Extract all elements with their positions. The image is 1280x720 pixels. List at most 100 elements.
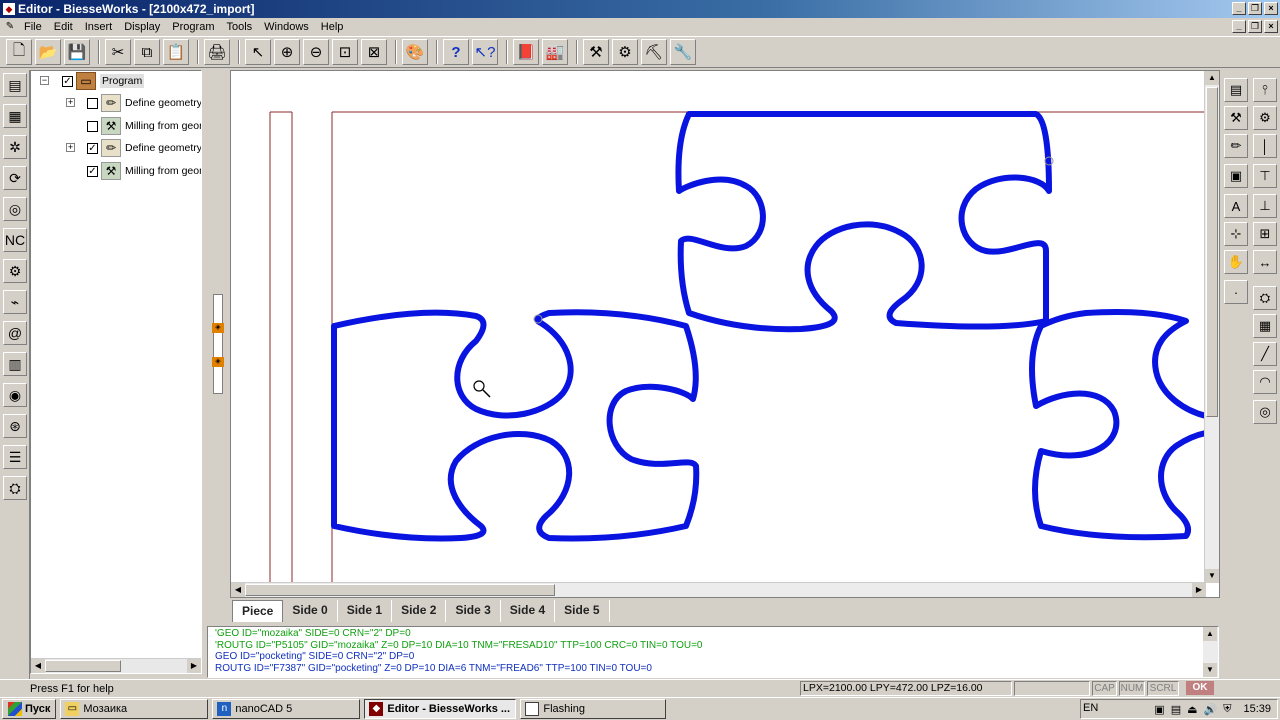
- code-line[interactable]: 'GEO ID="mozaika" SIDE=0 CRN="2" DP=0: [215, 628, 1218, 640]
- tool-1-icon[interactable]: ⚒: [583, 39, 609, 65]
- layers-icon[interactable]: ▦: [3, 104, 27, 128]
- tree-item[interactable]: ✓ ✏ Define geometry: [87, 138, 201, 158]
- scroll-down-arrow[interactable]: ▼: [1205, 569, 1219, 583]
- program-code-listing[interactable]: 'GEO ID="mozaika" SIDE=0 CRN="2" DP=0 'R…: [207, 626, 1219, 678]
- canvas-vertical-scrollbar[interactable]: ▲ ▼: [1204, 71, 1219, 583]
- menu-help[interactable]: Help: [315, 19, 350, 35]
- vertical-drill-icon[interactable]: ⫯: [1253, 78, 1277, 102]
- tab-side-0[interactable]: Side 0: [283, 600, 338, 622]
- rotate-icon[interactable]: ⟳: [3, 166, 27, 190]
- nc-icon[interactable]: NC: [3, 228, 27, 252]
- paste-icon[interactable]: 📋: [163, 39, 189, 65]
- menu-display[interactable]: Display: [118, 19, 166, 35]
- menu-windows[interactable]: Windows: [258, 19, 315, 35]
- open-folder-icon[interactable]: 📂: [35, 39, 61, 65]
- minimize-button[interactable]: _: [1232, 2, 1246, 15]
- measure-icon[interactable]: ↔: [1253, 250, 1277, 274]
- point-icon[interactable]: ·: [1224, 280, 1248, 304]
- zoom-in-icon[interactable]: ⊕: [274, 39, 300, 65]
- spiral-icon[interactable]: @: [3, 321, 27, 345]
- help-icon[interactable]: ?: [443, 39, 469, 65]
- tab-side-3[interactable]: Side 3: [446, 600, 501, 622]
- tree-item[interactable]: ✏ Define geometry: [87, 93, 201, 113]
- tray-security-icon[interactable]: ⛨: [1223, 703, 1231, 716]
- tray-volume-icon[interactable]: 🔊: [1204, 703, 1218, 716]
- panel-splitter[interactable]: ◈ ◈: [207, 70, 229, 622]
- text-tool-icon[interactable]: A: [1224, 194, 1248, 218]
- doc-minimize-button[interactable]: _: [1232, 20, 1246, 33]
- close-button[interactable]: ×: [1264, 2, 1278, 15]
- tree-expand-toggle[interactable]: +: [66, 98, 75, 107]
- zoom-all-icon[interactable]: ⊠: [361, 39, 387, 65]
- tool-3-icon[interactable]: ⛏: [641, 39, 667, 65]
- scroll-down-arrow[interactable]: ▼: [1203, 663, 1217, 677]
- drawing-canvas[interactable]: ▲ ▼ ◀ ▶: [230, 70, 1220, 598]
- tree-root[interactable]: ✓ ▭ Program: [62, 71, 145, 91]
- canvas-hscroll-thumb[interactable]: [245, 584, 555, 596]
- drill-icon[interactable]: ⌁: [3, 290, 27, 314]
- line-tool-icon[interactable]: │: [1253, 134, 1277, 158]
- tree-scroll-thumb[interactable]: [45, 660, 121, 672]
- print-icon[interactable]: 🖨: [204, 39, 230, 65]
- new-file-icon[interactable]: 🗋: [6, 39, 32, 65]
- pencil-icon[interactable]: ✏: [1224, 134, 1248, 158]
- tree-item-checkbox[interactable]: [87, 97, 98, 109]
- tab-side-2[interactable]: Side 2: [392, 600, 447, 622]
- task-button[interactable]: ▭ Мозаика: [60, 699, 209, 719]
- menu-tools[interactable]: Tools: [220, 19, 258, 35]
- restore-button[interactable]: ❐: [1248, 2, 1262, 15]
- copy-icon[interactable]: ⧉: [134, 39, 160, 65]
- window-titlebar[interactable]: ◆ Editor - BiesseWorks - [2100x472_impor…: [0, 0, 1280, 18]
- task-button[interactable]: n nanoCAD 5: [212, 699, 361, 719]
- tree-item-checkbox[interactable]: ✓: [87, 142, 98, 154]
- tree-collapse-toggle[interactable]: −: [40, 76, 49, 85]
- menu-insert[interactable]: Insert: [79, 19, 119, 35]
- tab-piece[interactable]: Piece: [232, 600, 284, 622]
- doc-restore-button[interactable]: ❐: [1248, 20, 1262, 33]
- cnc-head-icon[interactable]: ⛭: [1253, 286, 1277, 310]
- scroll-right-arrow[interactable]: ▶: [187, 659, 201, 673]
- diagonal-line-icon[interactable]: ╱: [1253, 342, 1277, 366]
- tree-horizontal-scrollbar[interactable]: ◀ ▶: [31, 658, 201, 673]
- scroll-left-arrow[interactable]: ◀: [31, 659, 45, 673]
- zoom-window-icon[interactable]: ⊡: [332, 39, 358, 65]
- context-help-icon[interactable]: ↖?: [472, 39, 498, 65]
- tab-side-1[interactable]: Side 1: [338, 600, 393, 622]
- tray-monitor-icon[interactable]: ▤: [1171, 703, 1181, 716]
- tab-side-5[interactable]: Side 5: [555, 600, 610, 622]
- tree-item-checkbox[interactable]: [87, 120, 98, 132]
- canvas-vscroll-thumb[interactable]: [1206, 87, 1218, 417]
- menu-file[interactable]: File: [18, 19, 48, 35]
- task-button-active[interactable]: ◆ Editor - BiesseWorks ...: [364, 699, 517, 719]
- globe-icon[interactable]: ◉: [3, 383, 27, 407]
- cutter-icon[interactable]: ⊛: [3, 414, 27, 438]
- tool-4-icon[interactable]: 🔧: [670, 39, 696, 65]
- tree-item-checkbox[interactable]: ✓: [87, 165, 98, 177]
- scroll-left-arrow[interactable]: ◀: [231, 583, 245, 597]
- book-icon[interactable]: 📕: [513, 39, 539, 65]
- tray-clock[interactable]: 15:39: [1243, 703, 1271, 715]
- task-button[interactable]: Flashing: [520, 699, 667, 719]
- menu-program[interactable]: Program: [166, 19, 220, 35]
- tray-usb-icon[interactable]: ⏏: [1187, 703, 1197, 716]
- document-icon[interactable]: ✎: [4, 21, 16, 33]
- hand-icon[interactable]: ✋: [1224, 250, 1248, 274]
- start-button[interactable]: Пуск: [2, 699, 57, 719]
- tree-item[interactable]: ✓ ⚒ Milling from geon: [87, 161, 201, 181]
- canvas-horizontal-scrollbar[interactable]: ◀ ▶: [231, 582, 1206, 597]
- color-palette-icon[interactable]: 🎨: [402, 39, 428, 65]
- insert-macro-icon[interactable]: ▤: [1224, 78, 1248, 102]
- menu-edit[interactable]: Edit: [48, 19, 79, 35]
- code-line[interactable]: GEO ID="pocketing" SIDE=0 CRN="2" DP=0: [215, 651, 1218, 663]
- machine-icon[interactable]: 🏭: [542, 39, 568, 65]
- machining-icon[interactable]: ⚒: [1224, 106, 1248, 130]
- stack-icon[interactable]: ☰: [3, 445, 27, 469]
- save-icon[interactable]: 💾: [64, 39, 90, 65]
- toolpath-puzzle-left[interactable]: [331, 309, 700, 542]
- scroll-right-arrow[interactable]: ▶: [1192, 583, 1206, 597]
- pocket-icon[interactable]: ▣: [1224, 164, 1248, 188]
- clamp-icon[interactable]: ⊞: [1253, 222, 1277, 246]
- tab-side-4[interactable]: Side 4: [501, 600, 556, 622]
- tree-item[interactable]: ⚒ Milling from geon: [87, 116, 201, 136]
- router-icon[interactable]: ⊹: [1224, 222, 1248, 246]
